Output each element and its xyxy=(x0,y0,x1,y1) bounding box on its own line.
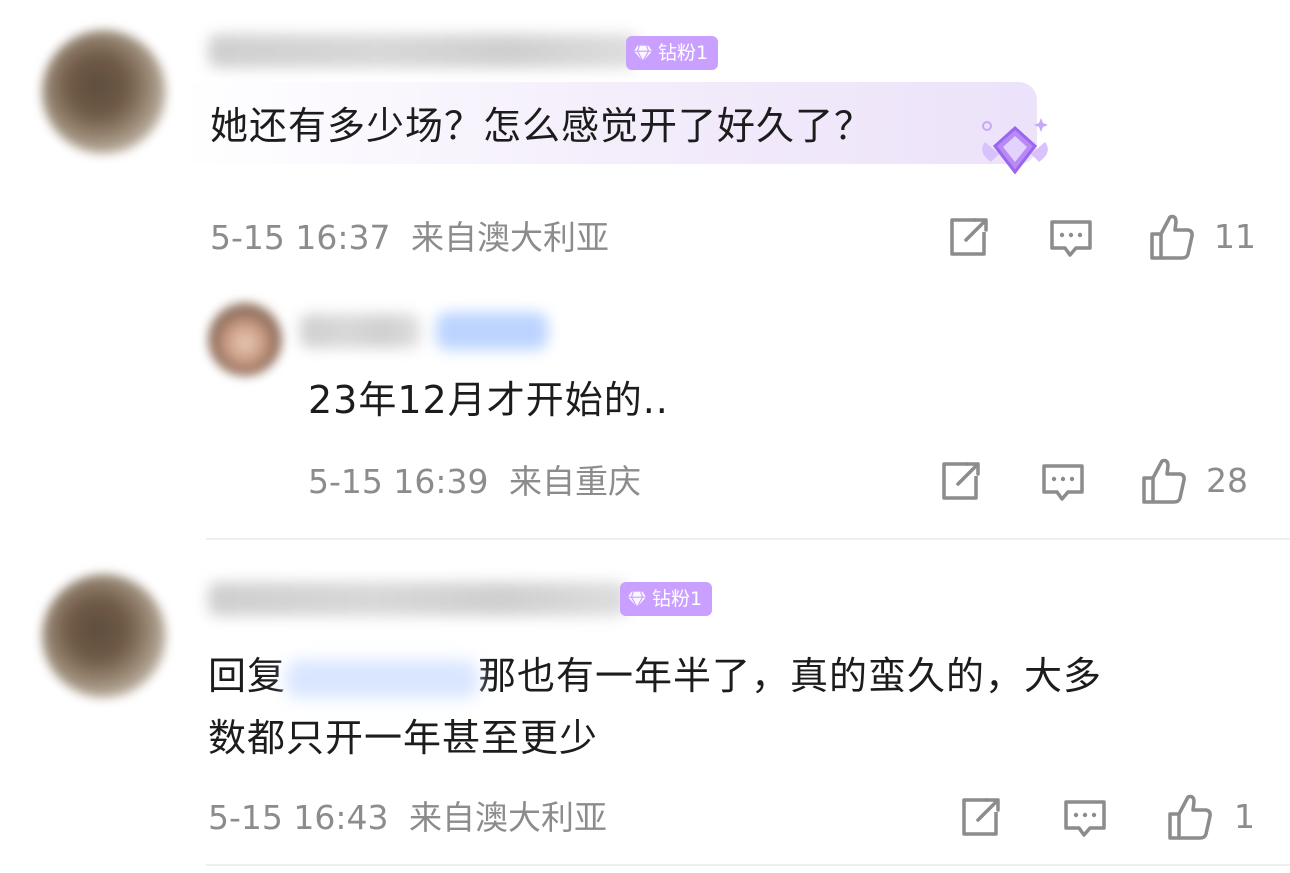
forward-icon xyxy=(950,218,988,256)
comment-time: 5-15 16:37 xyxy=(210,218,391,257)
forward-button[interactable] xyxy=(946,216,990,258)
divider xyxy=(206,864,1290,866)
reply-text: 23年12月才开始的.. xyxy=(308,378,669,422)
diamond-medal-icon xyxy=(982,118,1048,175)
comment-location: 来自澳大利亚 xyxy=(411,218,609,257)
forward-button[interactable] xyxy=(938,460,982,502)
like-count: 11 xyxy=(1214,217,1256,256)
comment-text-line2: 数都只开一年甚至更少 xyxy=(208,716,599,760)
forward-icon xyxy=(942,462,980,500)
badge-label: 钻粉1 xyxy=(658,42,709,64)
reply-meta: 5-15 16:39 来自重庆 xyxy=(308,462,641,502)
comment-icon xyxy=(1050,220,1092,257)
comment-time: 5-15 16:43 xyxy=(208,798,389,837)
comment-icon xyxy=(1042,464,1084,501)
like-icon xyxy=(1168,794,1212,840)
avatar[interactable] xyxy=(42,574,166,698)
fan-badge[interactable]: 钻粉1 xyxy=(620,582,713,616)
mention-blurred[interactable] xyxy=(286,659,479,698)
comment-text-line1: 回复 那也有一年半了，真的蛮久的，大多 xyxy=(208,652,1102,700)
comment-meta: 5-15 16:37 来自澳大利亚 xyxy=(210,218,609,258)
reply-time: 5-15 16:39 xyxy=(308,462,489,501)
diamond-gem-icon xyxy=(633,45,653,63)
reply-badge-blurred xyxy=(436,312,548,350)
fan-badge[interactable]: 钻粉1 xyxy=(626,36,719,70)
like-button[interactable]: 11 xyxy=(1148,212,1256,262)
username-blurred[interactable] xyxy=(208,582,628,616)
like-button[interactable]: 28 xyxy=(1140,456,1248,506)
like-count: 28 xyxy=(1206,461,1248,500)
comment-text: 那也有一年半了，真的蛮久的，大多 xyxy=(478,654,1103,698)
forward-button[interactable] xyxy=(958,796,1002,838)
comment-icon xyxy=(1064,800,1106,837)
avatar[interactable] xyxy=(42,30,166,154)
reply-button[interactable] xyxy=(1040,462,1086,504)
comment-location: 来自澳大利亚 xyxy=(409,798,607,837)
username-blurred[interactable] xyxy=(208,34,638,68)
reply-button[interactable] xyxy=(1062,798,1108,840)
reply-avatar[interactable] xyxy=(208,302,282,376)
like-icon xyxy=(1142,458,1186,504)
divider xyxy=(206,538,1290,540)
like-button[interactable]: 1 xyxy=(1166,792,1255,842)
like-icon xyxy=(1150,214,1194,260)
badge-label: 钻粉1 xyxy=(652,588,703,610)
comment-meta: 5-15 16:43 来自澳大利亚 xyxy=(208,798,607,838)
reply-location: 来自重庆 xyxy=(509,462,641,501)
reply-username-blurred[interactable] xyxy=(300,314,420,348)
reply-prefix: 回复 xyxy=(208,654,287,698)
diamond-gem-icon xyxy=(627,591,647,609)
forward-icon xyxy=(962,798,1000,836)
comment-text: 她还有多少场？怎么感觉开了好久了？ xyxy=(210,104,874,148)
like-count: 1 xyxy=(1234,797,1255,836)
reply-button[interactable] xyxy=(1048,218,1094,260)
